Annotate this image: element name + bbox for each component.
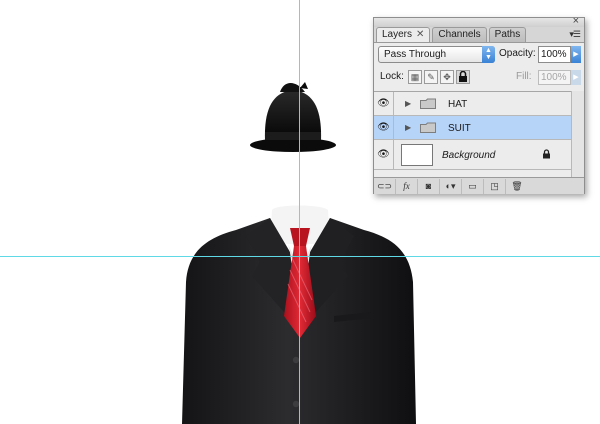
new-group-icon[interactable]: ▭ [462, 178, 484, 194]
visibility-eye-icon[interactable]: 👁 [374, 116, 394, 139]
tab-close-icon[interactable]: ✕ [416, 29, 424, 40]
add-mask-icon[interactable]: ◙ [418, 178, 440, 194]
opacity-label: Opacity: [499, 48, 536, 59]
panel-title-bar[interactable]: × [374, 16, 584, 27]
layer-name: SUIT [448, 123, 471, 134]
opacity-slider-arrow-icon[interactable]: ▶ [571, 46, 581, 63]
fx-icon[interactable]: fx [396, 178, 418, 194]
visibility-eye-icon[interactable]: 👁 [374, 140, 394, 169]
layer-lock-icon [543, 149, 550, 159]
layer-row-hat[interactable]: 👁 ▶ HAT [374, 92, 571, 116]
layers-list: 👁 ▶ HAT 👁 ▶ SUIT 👁 Background [374, 91, 571, 177]
vertical-guide[interactable] [299, 0, 300, 424]
trash-icon[interactable]: 🗑 [506, 179, 528, 194]
fill-input[interactable]: 100% [538, 70, 571, 85]
blend-mode-value: Pass Through [384, 49, 447, 60]
tab-layers-label: Layers [382, 29, 413, 40]
expand-triangle-icon[interactable]: ▶ [405, 123, 411, 132]
opacity-input[interactable]: 100% [538, 46, 571, 63]
lock-image-icon[interactable]: ✎ [424, 70, 438, 84]
lock-fill-row: Lock: ▦ ✎ ✥ Fill: 100% ▶ [378, 70, 582, 85]
layer-name: HAT [448, 99, 468, 110]
tab-paths[interactable]: Paths [488, 27, 527, 42]
layers-scrollbar[interactable] [571, 91, 584, 177]
layer-row-background[interactable]: 👁 Background [374, 140, 571, 170]
folder-icon [420, 98, 436, 109]
new-layer-icon[interactable]: ◳ [484, 178, 506, 194]
folder-icon [420, 122, 436, 133]
layers-panel: × Layers ✕ Channels Paths ▾☰ Pass Through… [373, 16, 585, 194]
link-layers-icon[interactable]: ⊂⊃ [374, 178, 396, 194]
lock-label: Lock: [380, 71, 404, 82]
blend-mode-select[interactable]: Pass Through ▲ ▼ [378, 46, 495, 63]
expand-triangle-icon[interactable]: ▶ [405, 99, 411, 108]
select-arrows-icon: ▲ ▼ [482, 46, 495, 63]
panel-body: Pass Through ▲ ▼ Opacity: 100% ▶ Lock: ▦ … [374, 42, 584, 194]
fill-label: Fill: [516, 71, 532, 82]
panel-close-icon[interactable]: × [573, 16, 579, 27]
lock-all-icon[interactable] [456, 70, 470, 84]
blend-opacity-row: Pass Through ▲ ▼ Opacity: 100% ▶ [378, 46, 582, 63]
panel-tabs: Layers ✕ Channels Paths [376, 27, 528, 42]
adjustment-layer-icon[interactable]: ◐▾ [440, 178, 462, 194]
lock-position-icon[interactable]: ✥ [440, 70, 454, 84]
layer-row-suit[interactable]: 👁 ▶ SUIT [374, 116, 571, 140]
lock-transparent-icon[interactable]: ▦ [408, 70, 422, 84]
panel-bottom-bar: ⊂⊃ fx ◙ ◐▾ ▭ ◳ 🗑 [374, 177, 584, 194]
layer-thumbnail [401, 144, 433, 166]
horizontal-guide[interactable] [0, 256, 600, 257]
bowler-hat [250, 82, 336, 152]
visibility-eye-icon[interactable]: 👁 [374, 92, 394, 115]
panel-menu-icon[interactable]: ▾☰ [569, 29, 581, 40]
fill-slider-arrow-icon[interactable]: ▶ [571, 70, 581, 85]
tab-channels[interactable]: Channels [432, 27, 487, 42]
tab-layers[interactable]: Layers ✕ [376, 27, 431, 42]
layer-name: Background [442, 150, 496, 161]
